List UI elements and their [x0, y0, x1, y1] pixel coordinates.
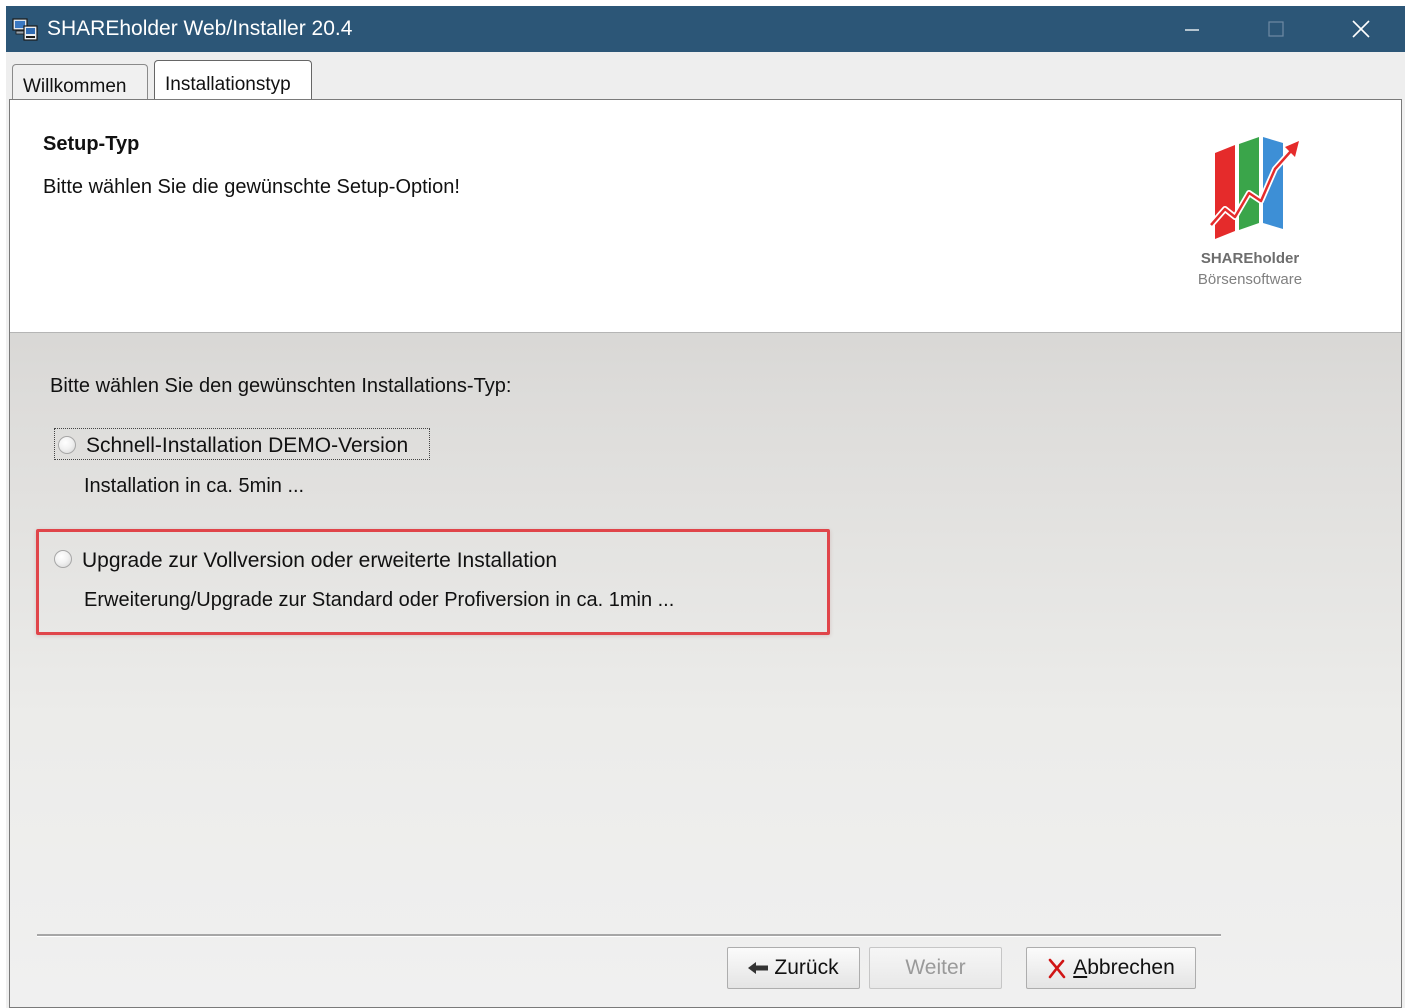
logo-tagline: Börsensoftware — [1197, 271, 1303, 288]
close-button[interactable] — [1326, 6, 1396, 52]
window-title: SHAREholder Web/Installer 20.4 — [47, 17, 353, 40]
minimize-icon — [1185, 29, 1199, 31]
installer-window: SHAREholder Web/Installer 20.4 Willkomme… — [6, 6, 1405, 1008]
cancel-label: Abbrechen — [1073, 956, 1175, 979]
maximize-icon — [1268, 21, 1284, 37]
install-type-prompt: Bitte wählen Sie den gewünschten Install… — [50, 375, 512, 397]
button-separator — [37, 934, 1221, 937]
radio-demo-install[interactable] — [58, 436, 76, 454]
back-button[interactable]: Zurück — [727, 947, 860, 989]
shareholder-logo-icon — [1208, 137, 1299, 239]
option-demo-description: Installation in ca. 5min ... — [84, 475, 305, 497]
back-label: Zurück — [774, 956, 839, 979]
option-upgrade-description: Erweiterung/Upgrade zur Standard oder Pr… — [84, 589, 675, 611]
page-subtitle: Bitte wählen Sie die gewünschte Setup-Op… — [43, 176, 460, 198]
maximize-button[interactable] — [1243, 6, 1313, 52]
minimize-button[interactable] — [1155, 6, 1225, 52]
tab-willkommen[interactable]: Willkommen — [12, 64, 148, 100]
page-title: Setup-Typ — [43, 133, 140, 155]
highlight-box — [36, 529, 830, 635]
arrow-left-icon — [748, 962, 769, 974]
title-bar[interactable]: SHAREholder Web/Installer 20.4 — [6, 6, 1405, 52]
tab-content-panel: Setup-Typ Bitte wählen Sie die gewünscht… — [9, 99, 1402, 1008]
cancel-button[interactable]: Abbrechen — [1026, 947, 1196, 989]
installer-computer-icon — [12, 18, 38, 41]
option-upgrade-label[interactable]: Upgrade zur Vollversion oder erweiterte … — [82, 549, 557, 573]
logo-name: SHAREholder — [1200, 250, 1300, 267]
tab-strip: Willkommen Installationstyp — [6, 52, 1405, 102]
next-button[interactable]: Weiter — [869, 947, 1002, 989]
close-icon — [1352, 20, 1370, 38]
option-demo-label[interactable]: Schnell-Installation DEMO-Version — [86, 434, 408, 458]
tab-installationstyp[interactable]: Installationstyp — [154, 60, 312, 102]
wizard-header: Setup-Typ Bitte wählen Sie die gewünscht… — [10, 100, 1401, 333]
next-label: Weiter — [905, 956, 966, 979]
red-x-icon — [1048, 958, 1066, 979]
radio-upgrade-install[interactable] — [54, 550, 72, 568]
